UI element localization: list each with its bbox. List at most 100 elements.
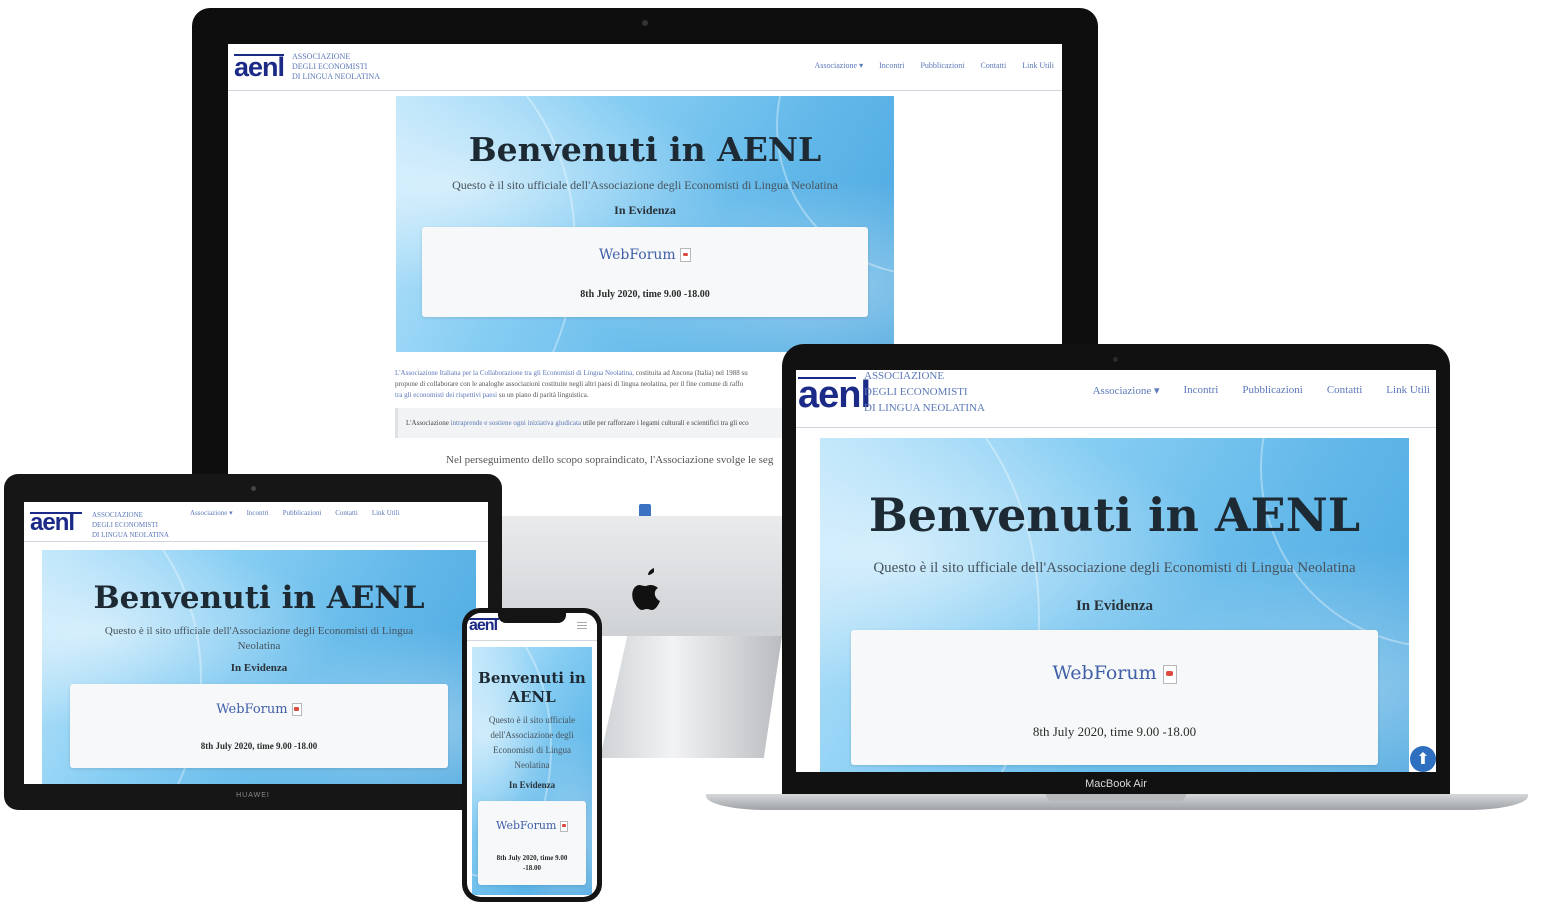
menu-incontri[interactable]: Incontri (247, 509, 269, 517)
in-evidenza-heading: In Evidenza (508, 780, 556, 790)
menu-associazione[interactable]: Associazione ▾ (814, 61, 863, 70)
intro-link-2[interactable]: tra gli economisti dei rispettivi paesi (395, 391, 497, 399)
org-name: ASSOCIAZIONE DEGLI ECONOMISTI DI LINGUA … (864, 370, 985, 416)
menu-associazione[interactable]: Associazione ▾ (190, 509, 233, 517)
imac-stand (600, 636, 782, 758)
site-logo[interactable]: aenl (469, 617, 499, 635)
menu-link-utili[interactable]: Link Utili (1386, 384, 1430, 397)
webforum-link[interactable]: WebForum (599, 247, 676, 263)
org-line-1: ASSOCIAZIONE (92, 511, 143, 519)
event-card: WebForum 8th July 2020, time 9.00 -18.00 (70, 684, 448, 768)
hero-subtitle: Questo è il sito ufficiale dell'Associaz… (42, 624, 476, 654)
menu-link-utili[interactable]: Link Utili (372, 509, 400, 517)
webforum-link[interactable]: WebForum (496, 819, 556, 832)
menu-contatti[interactable]: Contatti (1327, 384, 1362, 397)
event-card: WebForum 8th July 2020, time 9.00 -18.00 (851, 630, 1378, 765)
menu-incontri[interactable]: Incontri (1184, 384, 1219, 397)
webforum-link[interactable]: WebForum (1052, 662, 1156, 684)
event-date: 8th July 2020, time 9.00 -18.00 (580, 289, 710, 300)
pdf-file-icon[interactable] (680, 248, 692, 262)
navbar: aenl ASSOCIAZIONE DEGLI ECONOMISTI DI LI… (24, 502, 488, 542)
hero-subtitle-line-1: Questo è il sito ufficiale dell'Associaz… (104, 625, 414, 637)
arrow-up-icon[interactable]: ⬆ (1410, 746, 1436, 772)
hero-subtitle: Questo è il sito ufficiale dell'Associaz… (472, 713, 592, 773)
hero-subtitle-line-1: Questo è il sito ufficiale (488, 715, 576, 725)
org-line-2: DEGLI ECONOMISTI (92, 521, 158, 529)
org-line-1: ASSOCIAZIONE (292, 52, 351, 61)
main-menu: Associazione ▾ Incontri Pubblicazioni Co… (190, 509, 400, 517)
org-name: ASSOCIAZIONE DEGLI ECONOMISTI DI LINGUA … (92, 510, 169, 540)
hero-title-line-1: Benvenuti in (478, 669, 586, 687)
org-line-3: DI LINGUA NEOLATINA (292, 72, 380, 81)
navbar: aenl ASSOCIAZIONE DEGLI ECONOMISTI DI LI… (796, 370, 1436, 428)
phone-notch (498, 612, 566, 623)
menu-contatti[interactable]: Contatti (335, 509, 358, 517)
logo-bar-top (469, 618, 499, 620)
menu-contatti[interactable]: Contatti (980, 61, 1006, 70)
menu-pubblicazioni[interactable]: Pubblicazioni (920, 61, 964, 70)
hero-subtitle-line-3: Economisti di Lingua (493, 745, 571, 755)
event-date-line-2: -18.00 (522, 864, 542, 872)
webforum-link[interactable]: WebForum (216, 702, 287, 717)
apple-logo-icon (632, 568, 660, 610)
org-line-3: DI LINGUA NEOLATINA (864, 402, 985, 414)
in-evidenza-heading: In Evidenza (614, 203, 676, 217)
logo-bar-top (234, 54, 284, 56)
menu-incontri[interactable]: Incontri (879, 61, 904, 70)
event-date: 8th July 2020, time 9.00 -18.00 (478, 853, 586, 873)
pursuit-text: Nel perseguimento dello scopo sopraindic… (446, 454, 774, 466)
event-date: 8th July 2020, time 9.00 -18.00 (200, 741, 318, 751)
site-logo[interactable]: aenl (234, 52, 285, 82)
macbook-camera (1113, 357, 1118, 362)
tablet-camera (251, 486, 256, 491)
org-line-2: DEGLI ECONOMISTI (864, 386, 968, 398)
intro-text-3: su un piano di parità linguistica. (497, 391, 589, 399)
main-menu: Associazione ▾ Incontri Pubblicazioni Co… (814, 61, 1054, 70)
hero-title: Benvenuti in AENL (93, 580, 425, 616)
macbook-screen: aenl ASSOCIAZIONE DEGLI ECONOMISTI DI LI… (796, 370, 1436, 772)
intro-text-1: costituita ad Ancona (Italia) nel 1988 s… (634, 369, 748, 377)
hero-swoosh (1260, 438, 1409, 648)
hamburger-menu-icon[interactable] (577, 622, 587, 629)
hero-subtitle-line-2: Neolatina (237, 640, 281, 652)
hero-title: Benvenuti in AENL (472, 669, 592, 707)
event-date: 8th July 2020, time 9.00 -18.00 (1032, 724, 1197, 739)
menu-link-utili[interactable]: Link Utili (1022, 61, 1054, 70)
hero-subtitle-line-4: Neolatina (514, 760, 550, 770)
navbar: aenl ASSOCIAZIONE DEGLI ECONOMISTI DI LI… (228, 44, 1062, 91)
menu-pubblicazioni[interactable]: Pubblicazioni (283, 509, 322, 517)
event-date-line-1: 8th July 2020, time 9.00 (496, 854, 568, 862)
org-line-2: DEGLI ECONOMISTI (292, 62, 368, 71)
hero-banner: Benvenuti in AENL Questo è il sito uffic… (42, 550, 476, 784)
quote-link[interactable]: intraprende e sostiene ogni iniziativa g… (451, 419, 581, 427)
intro-link-1[interactable]: L'Associazione Italiana per la Collabora… (395, 369, 634, 377)
hero-title: Benvenuti in AENL (868, 488, 1361, 542)
pdf-file-icon[interactable] (1162, 664, 1177, 684)
macbook-label: MacBook Air (782, 778, 1450, 794)
webforum-row: WebForum (70, 702, 448, 717)
menu-pubblicazioni[interactable]: Pubblicazioni (1242, 384, 1303, 397)
macbook-notch (1046, 794, 1186, 801)
org-line-3: DI LINGUA NEOLATINA (92, 531, 169, 539)
webforum-row: WebForum (478, 819, 586, 832)
webforum-row: WebForum (851, 662, 1378, 684)
site-logo[interactable]: aenl (30, 510, 82, 536)
pdf-file-icon[interactable] (559, 820, 568, 832)
in-evidenza-heading: In Evidenza (230, 662, 288, 674)
menu-associazione[interactable]: Associazione ▾ (1093, 384, 1160, 397)
in-evidenza-heading: In Evidenza (1075, 598, 1154, 614)
org-name: ASSOCIAZIONE DEGLI ECONOMISTI DI LINGUA … (292, 52, 380, 82)
webforum-row: WebForum (422, 247, 868, 263)
imac-camera (642, 20, 648, 26)
logo-bar-top (30, 512, 82, 514)
tablet-screen: aenl ASSOCIAZIONE DEGLI ECONOMISTI DI LI… (24, 502, 488, 784)
logo-text: aenl (798, 374, 871, 416)
tablet-brand: HUAWEI (236, 792, 270, 799)
pdf-file-icon[interactable] (291, 703, 302, 716)
phone-screen: aenl Benvenuti in AENL Questo è il sito … (467, 613, 597, 897)
logo-bar-top (798, 377, 856, 379)
main-menu: Associazione ▾ Incontri Pubblicazioni Co… (1093, 384, 1430, 397)
site-logo[interactable]: aenl (798, 374, 871, 416)
hero-subtitle: Questo è il sito ufficiale dell'Associaz… (452, 178, 838, 192)
hero-subtitle-line-2: dell'Associazione degli (490, 730, 574, 740)
